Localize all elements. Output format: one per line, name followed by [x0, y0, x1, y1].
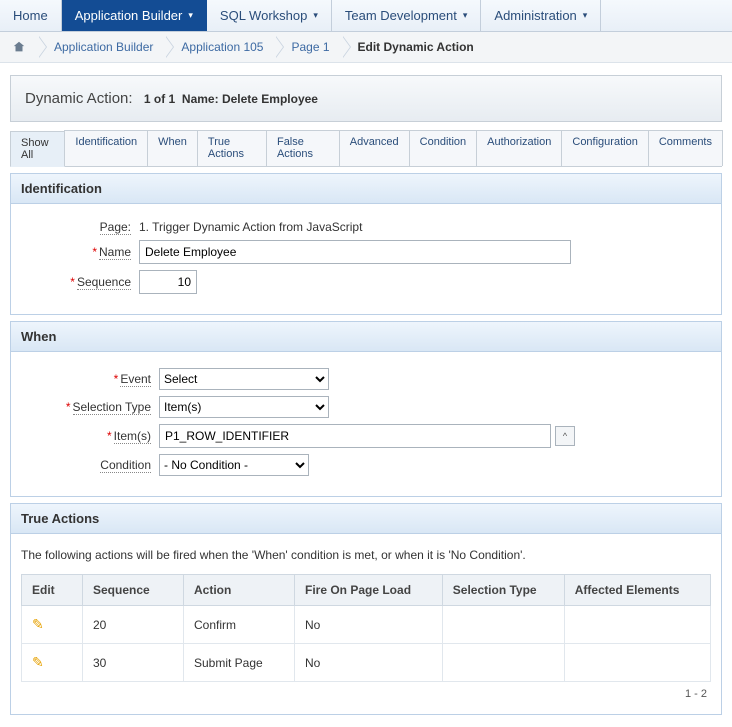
col-action: Action	[184, 575, 295, 606]
col-sequence: Sequence	[83, 575, 184, 606]
label-page: Page:	[21, 220, 139, 234]
pencil-icon: ✎	[32, 654, 44, 670]
header-name: Delete Employee	[222, 92, 318, 106]
tab-comments[interactable]: Comments	[648, 130, 723, 166]
edit-row-button[interactable]: ✎	[32, 616, 44, 632]
home-icon	[12, 40, 26, 54]
caret-down-icon: ▾	[313, 10, 318, 21]
breadcrumb-home[interactable]	[6, 36, 38, 58]
col-edit: Edit	[22, 575, 83, 606]
nav-sql-workshop[interactable]: SQL Workshop▾	[207, 0, 332, 31]
header-name-prefix: Name:	[182, 92, 219, 106]
label-sequence: *Sequence	[21, 275, 139, 289]
name-input[interactable]	[139, 240, 571, 264]
items-popup-button[interactable]: ^	[555, 426, 575, 446]
tab-configuration[interactable]: Configuration	[561, 130, 648, 166]
label-event: *Event	[21, 372, 159, 386]
header-position: 1 of 1	[144, 92, 175, 106]
tab-when[interactable]: When	[147, 130, 198, 166]
nav-team-dev[interactable]: Team Development▾	[332, 0, 482, 31]
tab-show-all[interactable]: Show All	[10, 131, 65, 167]
section-when: When *Event Select *Selection Type Item(…	[10, 321, 722, 497]
label-seltype: *Selection Type	[21, 400, 159, 414]
breadcrumb-item[interactable]: Page 1	[275, 36, 341, 58]
label-name: *Name	[21, 245, 139, 259]
event-select[interactable]: Select	[159, 368, 329, 390]
tab-true-actions[interactable]: True Actions	[197, 130, 267, 166]
caret-down-icon: ▾	[463, 10, 468, 21]
col-fire: Fire On Page Load	[295, 575, 443, 606]
popup-lov-icon: ^	[563, 431, 567, 441]
page-header: Dynamic Action: 1 of 1 Name: Delete Empl…	[10, 75, 722, 122]
section-heading: Identification	[11, 174, 721, 204]
tab-identification[interactable]: Identification	[64, 130, 148, 166]
pencil-icon: ✎	[32, 616, 44, 632]
condition-select[interactable]: - No Condition -	[159, 454, 309, 476]
section-true-actions: True Actions The following actions will …	[10, 503, 722, 715]
true-actions-table: Edit Sequence Action Fire On Page Load S…	[21, 574, 711, 682]
seltype-select[interactable]: Item(s)	[159, 396, 329, 418]
caret-down-icon: ▾	[583, 10, 588, 21]
pager-text: 1 - 2	[21, 688, 711, 700]
col-seltype: Selection Type	[442, 575, 564, 606]
edit-row-button[interactable]: ✎	[32, 654, 44, 670]
true-actions-note: The following actions will be fired when…	[21, 548, 711, 562]
top-nav: Home Application Builder▾ SQL Workshop▾ …	[0, 0, 732, 32]
nav-home[interactable]: Home	[0, 0, 62, 31]
section-tabs: Show All Identification When True Action…	[10, 130, 722, 167]
table-row: ✎ 30 Submit Page No	[22, 644, 711, 682]
breadcrumb: Application Builder Application 105 Page…	[0, 32, 732, 63]
page-title: Dynamic Action:	[25, 90, 133, 107]
col-affected: Affected Elements	[564, 575, 710, 606]
value-page: 1. Trigger Dynamic Action from JavaScrip…	[139, 220, 362, 234]
tab-false-actions[interactable]: False Actions	[266, 130, 340, 166]
tab-advanced[interactable]: Advanced	[339, 130, 410, 166]
breadcrumb-item[interactable]: Application Builder	[38, 36, 165, 58]
tab-condition[interactable]: Condition	[409, 130, 477, 166]
label-condition: Condition	[21, 458, 159, 472]
section-heading: When	[11, 322, 721, 352]
nav-app-builder[interactable]: Application Builder▾	[62, 0, 207, 31]
sequence-input[interactable]	[139, 270, 197, 294]
section-identification: Identification Page: 1. Trigger Dynamic …	[10, 173, 722, 315]
section-heading: True Actions	[11, 504, 721, 534]
items-input[interactable]	[159, 424, 551, 448]
caret-down-icon: ▾	[188, 10, 193, 21]
tab-authorization[interactable]: Authorization	[476, 130, 562, 166]
breadcrumb-item[interactable]: Application 105	[165, 36, 275, 58]
nav-administration[interactable]: Administration▾	[481, 0, 601, 31]
label-items: *Item(s)	[21, 429, 159, 443]
breadcrumb-current: Edit Dynamic Action	[342, 36, 486, 58]
table-row: ✎ 20 Confirm No	[22, 606, 711, 644]
